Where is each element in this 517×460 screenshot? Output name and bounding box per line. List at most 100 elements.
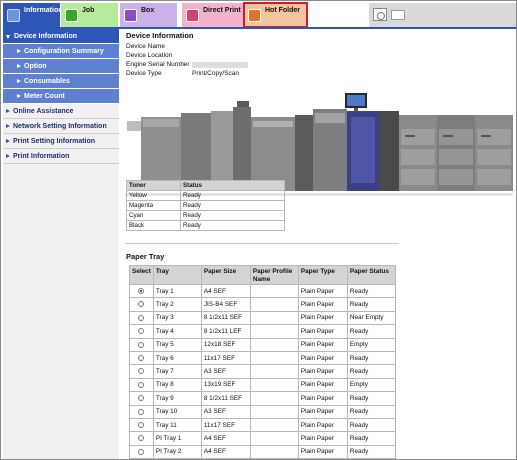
tray-select-radio[interactable] [138, 368, 145, 375]
sidebar-item-label: Configuration Summary [24, 48, 104, 55]
utility-icon[interactable] [373, 8, 387, 21]
column-header: Paper Type [297, 265, 348, 285]
paper-size: A4 SEF [200, 283, 251, 299]
paper-profile-name [249, 350, 299, 366]
sidebar-item-label: Print Information [13, 153, 70, 160]
select-cell [129, 324, 154, 339]
paper-type: Plain Paper [297, 404, 348, 419]
paper-status: Ready [346, 417, 397, 433]
tray-select-radio[interactable] [138, 328, 145, 335]
tab-hot-folder[interactable]: Hot Folder [243, 2, 308, 28]
tab-label: Box [141, 7, 155, 14]
paper-status: Ready [346, 364, 397, 379]
tray-select-radio[interactable] [138, 435, 145, 442]
tray-select-radio[interactable] [138, 408, 145, 415]
sidebar-item-option[interactable]: Option [3, 59, 119, 74]
tab-job[interactable]: Job [61, 3, 118, 27]
device-field-value: Print/Copy/Scan [192, 70, 239, 77]
paper-profile-name [249, 391, 299, 406]
tray-name: Tray 1 [152, 283, 202, 299]
toner-color: Yellow [126, 190, 181, 201]
tab-information[interactable]: Information [3, 3, 63, 29]
sidebar-item-print-setting-information[interactable]: Print Setting Information [3, 134, 119, 149]
table-row: Tray 11 11x17 SEF Plain Paper Ready [129, 417, 397, 433]
sidebar-item-label: Option [24, 63, 47, 70]
device-name-row: Device Name [126, 43, 165, 50]
paper-size: 8 1/2x11 SEF [200, 310, 251, 326]
paper-type: Plain Paper [297, 417, 348, 433]
tray-name: Tray 8 [152, 377, 202, 393]
paper-type: Plain Paper [297, 431, 348, 446]
tray-select-radio[interactable] [138, 341, 145, 348]
sidebar-item-consumables[interactable]: Consumables [3, 74, 119, 89]
paper-type: Plain Paper [297, 324, 348, 339]
paper-status: Empty [346, 377, 397, 393]
table-row: Magenta Ready [126, 200, 285, 211]
tray-name: Tray 11 [152, 417, 202, 433]
select-cell [129, 337, 154, 352]
device-field-label: Device Name [126, 43, 166, 50]
tray-select-radio[interactable] [138, 314, 145, 321]
table-row: Tray 38 1/2x11 SEF Plain Paper Near Empty [129, 310, 397, 326]
tab-box[interactable]: Box [120, 3, 177, 27]
paper-profile-name [249, 337, 299, 352]
select-cell [129, 297, 154, 312]
paper-status: Ready [346, 283, 397, 299]
device-icon[interactable] [391, 10, 405, 20]
paper-profile-name [249, 417, 299, 433]
table-row: Tray 7 A3 SEF Plain Paper Ready [129, 364, 397, 379]
select-cell [129, 364, 154, 379]
column-header: Paper Profile Name [249, 265, 299, 285]
paper-size: A4 SEF [200, 444, 251, 459]
table-row: Tray 48 1/2x11 LEF Plain Paper Ready [129, 324, 397, 339]
caret-right-icon [6, 109, 10, 113]
tab-direct-print[interactable]: Direct Print [182, 3, 243, 27]
paper-profile-name [249, 431, 299, 446]
select-cell [129, 350, 154, 366]
sidebar-item-device-information[interactable]: Device Information [3, 29, 119, 44]
sidebar-item-configuration-summary[interactable]: Configuration Summary [3, 44, 119, 59]
paper-type: Plain Paper [297, 297, 348, 312]
select-cell [129, 444, 154, 459]
tray-select-radio[interactable] [138, 448, 145, 455]
column-header: Paper Size [200, 265, 251, 285]
paper-type: Plain Paper [297, 310, 348, 326]
tray-select-radio[interactable] [138, 381, 145, 388]
direct-print-icon [186, 9, 199, 22]
paper-status: Near Empty [346, 310, 397, 326]
paper-status: Empty [346, 337, 397, 352]
paper-status: Ready [346, 297, 397, 312]
tray-select-radio[interactable] [138, 354, 145, 361]
tray-select-radio[interactable] [138, 395, 145, 402]
sidebar-item-meter-count[interactable]: Meter Count [3, 89, 119, 104]
paper-status: Ready [346, 444, 397, 459]
toner-status: Ready [180, 210, 285, 221]
utility-bar [369, 3, 516, 27]
tray-select-radio[interactable] [138, 301, 145, 308]
caret-right-icon [17, 49, 21, 53]
tray-select-radio[interactable] [138, 288, 145, 294]
toner-color: Black [126, 220, 181, 231]
device-type-row: Device Type Print/Copy/Scan [126, 70, 239, 77]
select-cell [129, 431, 154, 446]
tray-select-radio[interactable] [138, 421, 145, 428]
section-divider [125, 243, 399, 244]
tab-label: Information [24, 7, 63, 14]
information-icon [7, 9, 20, 22]
paper-status: Ready [346, 404, 397, 419]
toner-color: Magenta [126, 200, 181, 211]
tray-name: Tray 4 [152, 324, 202, 339]
paper-size: A4 SEF [200, 431, 251, 446]
sidebar-item-print-information[interactable]: Print Information [3, 149, 119, 164]
paper-status: Ready [346, 350, 397, 366]
sidebar-item-network-setting-information[interactable]: Network Setting Information [3, 119, 119, 134]
caret-down-icon [6, 35, 10, 39]
caret-right-icon [6, 154, 10, 158]
box-icon [124, 9, 137, 22]
device-field-label: Device Location [126, 52, 173, 59]
table-row: Black Ready [126, 220, 285, 231]
caret-right-icon [6, 124, 10, 128]
device-field-label: Engine Serial Number [126, 61, 190, 68]
sidebar-item-online-assistance[interactable]: Online Assistance [3, 104, 119, 119]
redacted-value [192, 62, 248, 68]
